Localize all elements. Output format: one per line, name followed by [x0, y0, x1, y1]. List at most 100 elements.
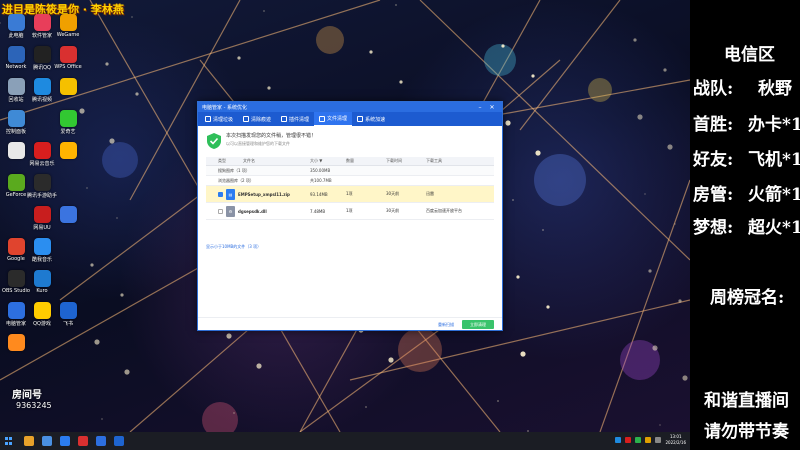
desktop-shortcut[interactable]: 腾讯视频 [30, 78, 54, 110]
tab-clean-junk[interactable]: 清理垃圾 [200, 112, 238, 126]
notice-subtitle: 以可以直接管理和维护您的下载文件 [226, 141, 290, 146]
desktop-shortcut[interactable]: 电脑管家 [4, 302, 28, 334]
team-value: 秋野 [758, 79, 792, 99]
close-button[interactable]: ✕ [486, 104, 498, 111]
tray-app-icon[interactable] [625, 437, 632, 443]
desktop-shortcut[interactable] [4, 334, 28, 366]
app-icon [7, 334, 25, 351]
dll-file-icon: ⚙ [226, 205, 235, 217]
tray-app-icon[interactable] [635, 437, 642, 443]
row-checkbox[interactable] [218, 191, 223, 197]
wallpaper-star [520, 351, 526, 357]
file-explorer-icon[interactable] [24, 436, 34, 446]
show-small-files-link[interactable]: 显示小于10MB的文件（3 项） [206, 244, 261, 250]
room-id-box: 房间号 9363245 [2, 386, 62, 430]
wallpaper-star [233, 412, 235, 414]
notice-title: 本次扫描发现您的文件稍，管理很不错！ [226, 133, 317, 139]
col-filename[interactable]: 文件名 [243, 158, 310, 164]
file-count: 1项 [346, 191, 353, 196]
desktop-shortcut[interactable]: Kuro [30, 270, 54, 302]
desktop-shortcut[interactable]: 爱奇艺 [56, 110, 80, 142]
desktop-shortcut[interactable]: 此电脑 [4, 14, 28, 46]
tray-app-icon[interactable] [615, 437, 622, 443]
desktop-shortcut[interactable]: 网易云音乐 [29, 142, 55, 174]
tray-app-icon[interactable] [645, 437, 652, 443]
shield-check-icon [207, 133, 221, 149]
tab-label: 清理垃圾 [213, 116, 234, 123]
pc-manager-icon[interactable] [96, 436, 106, 446]
weekly-title-label: 周榜冠名: [710, 288, 785, 308]
col-size[interactable]: 大小 ▼ [310, 158, 346, 164]
netease-icon[interactable] [78, 436, 88, 446]
desktop-shortcut[interactable]: QQ游戏 [30, 302, 54, 334]
desktop-shortcut[interactable] [4, 142, 28, 174]
desktop-shortcut[interactable]: Network [4, 46, 28, 78]
tab-plugin-cleanup[interactable]: 插件清理 [276, 112, 314, 126]
clock-date: 2022/2/16 [665, 440, 686, 445]
group-row[interactable]: 搜狗图库（1 项） 350.00MB [206, 166, 494, 176]
qq-icon[interactable] [60, 436, 70, 446]
window-titlebar[interactable]: 电脑管家 - 系统优化 – ✕ [198, 102, 502, 112]
tab-file-cleanup[interactable]: 文件清理 [314, 112, 353, 126]
desktop-shortcut[interactable]: WeGame [56, 14, 80, 46]
edge-icon[interactable] [42, 436, 52, 446]
minimize-button[interactable]: – [474, 104, 486, 111]
archive-file-icon: ▤ [226, 188, 235, 200]
shortcut-label: Kuro [36, 288, 48, 294]
wallpaper-star [644, 193, 646, 195]
wallpaper-star [135, 92, 139, 96]
wallpaper-orb [102, 142, 138, 178]
desktop-shortcut[interactable]: OBS Studio [2, 270, 30, 302]
wallpaper-star [365, 406, 367, 408]
desktop-shortcut[interactable]: 回收站 [4, 78, 28, 110]
shortcut-label: 网易云音乐 [29, 161, 55, 167]
shortcut-label: 爱奇艺 [60, 129, 76, 135]
table-row[interactable]: ⚙ dgsepsdk.dll 7.48MB 1项 30天前 百度云加速开放平台 [206, 203, 494, 220]
col-count[interactable]: 数量 [346, 158, 386, 164]
wallpaper-star [667, 144, 673, 150]
shortcut-label: GeForce [5, 192, 27, 198]
desktop-shortcut[interactable] [56, 78, 80, 110]
app-icon [59, 78, 77, 95]
wallpaper-orb [398, 328, 442, 372]
col-type[interactable]: 类型 [218, 158, 243, 164]
tab-label: 清除痕迹 [251, 116, 272, 123]
row-checkbox[interactable] [218, 208, 223, 214]
wallpaper-star [531, 74, 535, 78]
desktop-shortcut[interactable] [56, 206, 80, 238]
stream-info-panel: 电信区 战队: 秋野 首胜: 办卡*1 好友: 飞机*1 房管: 火箭*1 梦想… [690, 0, 800, 450]
desktop-shortcut[interactable]: GeForce [4, 174, 28, 206]
desktop-shortcut[interactable]: 软件管家 [30, 14, 54, 46]
desktop-shortcut[interactable]: 飞书 [56, 302, 80, 334]
app-icon [7, 14, 25, 31]
wallpaper-star [546, 305, 550, 309]
desktop-shortcut[interactable]: 腾讯手游助手 [27, 174, 57, 206]
col-download-tool[interactable]: 下载工具 [426, 158, 486, 164]
app-icon[interactable] [114, 436, 124, 446]
tab-label: 文件清理 [327, 116, 348, 122]
wallpaper-star [226, 333, 232, 339]
shortcut-label: 腾讯QQ [33, 65, 51, 71]
desktop-shortcut[interactable]: 腾讯QQ [30, 46, 54, 78]
desktop-shortcut[interactable] [56, 142, 80, 174]
file-icon [319, 115, 326, 122]
volume-icon[interactable] [655, 437, 662, 443]
clean-now-button[interactable]: 立即清理 [462, 320, 494, 329]
taskbar-clock[interactable]: 13:01 2022/2/16 [665, 434, 686, 446]
rescan-link[interactable]: 重新扫描 [438, 322, 454, 328]
room-label: 房间号 [12, 390, 42, 401]
tab-system-boost[interactable]: 系统加速 [352, 112, 390, 126]
col-download-time[interactable]: 下载时间 [386, 158, 426, 164]
tab-clear-traces[interactable]: 清除痕迹 [238, 112, 276, 126]
windows-start-icon[interactable] [2, 434, 16, 448]
table-row[interactable]: ▤ EMPSetup_xmpsl11.zip 93.14MB 1项 30天前 迅… [206, 186, 494, 203]
group-size: 共100.7MB [310, 177, 332, 183]
wallpaper-star [659, 424, 661, 426]
wallpaper-star [256, 363, 262, 369]
desktop-shortcut[interactable]: WPS Office [54, 46, 82, 78]
desktop-shortcut[interactable]: 控制面板 [4, 110, 28, 142]
group-row[interactable]: 浏览器图库（2 项） 共100.7MB [206, 176, 494, 186]
desktop-shortcut[interactable]: 酷我音乐 [30, 238, 54, 270]
desktop-shortcut[interactable]: Google [4, 238, 28, 270]
desktop-shortcut[interactable]: 网易UU [30, 206, 54, 238]
